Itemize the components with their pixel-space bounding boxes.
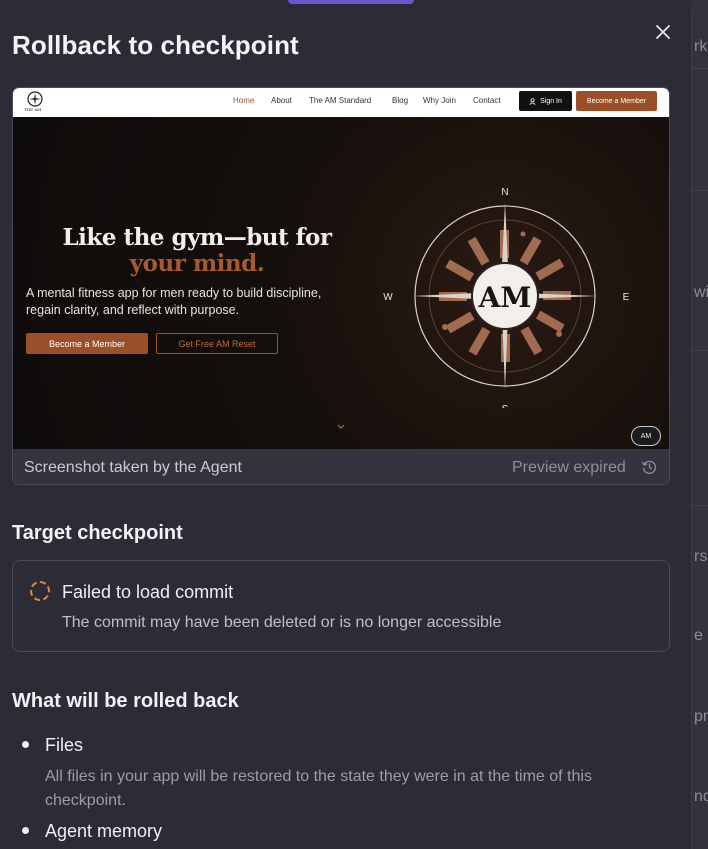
checkpoint-commit-card: Failed to load commit The commit may hav… xyxy=(12,560,670,652)
bullet-icon xyxy=(22,741,29,748)
divider xyxy=(692,350,708,351)
site-navbar: THE AM Home About The AM Standard Blog W… xyxy=(13,88,669,117)
nav-am-standard: The AM Standard xyxy=(309,96,372,105)
history-icon[interactable] xyxy=(641,459,657,475)
site-sign-in-button: Sign In xyxy=(519,91,572,111)
screenshot-footer: Screenshot taken by the Agent Preview ex… xyxy=(13,449,669,484)
compass-s: S xyxy=(502,404,509,408)
divider xyxy=(692,505,708,506)
close-icon xyxy=(656,25,670,39)
background-text: rs xyxy=(694,548,708,565)
modal-title: Rollback to checkpoint xyxy=(12,30,299,60)
nav-why-join: Why Join xyxy=(423,96,456,105)
compass-n: N xyxy=(501,187,508,198)
target-checkpoint-heading: Target checkpoint xyxy=(12,522,183,544)
close-button[interactable] xyxy=(651,20,675,44)
compass-center-label: AM xyxy=(478,281,532,314)
am-chat-badge: AM xyxy=(631,426,661,446)
rollback-item-files-desc: All files in your app will be restored t… xyxy=(45,768,592,809)
background-text: e la xyxy=(694,627,708,644)
rollback-scope-heading: What will be rolled back xyxy=(12,690,239,712)
hero-title-line1: Like the gym—but for xyxy=(62,224,332,251)
background-text: rk xyxy=(694,38,708,55)
rollback-item-files-title: Files xyxy=(45,735,84,755)
background-text: nd xyxy=(694,788,708,805)
nav-home: Home xyxy=(233,96,255,105)
background-text: pr xyxy=(694,708,708,725)
screenshot-caption: Screenshot taken by the Agent xyxy=(24,459,242,476)
commit-error-message: The commit may have been deleted or is n… xyxy=(62,614,502,631)
rollback-modal: Rollback to checkpoint THE AM Home About… xyxy=(0,4,692,849)
hero-become-member-button: Become a Member xyxy=(26,333,148,354)
divider xyxy=(692,190,708,191)
nav-blog: Blog xyxy=(392,96,409,105)
nav-contact: Contact xyxy=(473,96,501,105)
user-icon xyxy=(529,97,536,105)
hero-title-line2: your mind. xyxy=(129,250,265,277)
compass-illustration: AM N S E W xyxy=(383,187,630,408)
hero-description: A mental fitness app for men ready to bu… xyxy=(26,286,322,317)
compass-e: E xyxy=(623,292,630,303)
logo-text: THE AM xyxy=(24,107,42,112)
background-panel: rk wit rs e la pr nd xyxy=(692,0,708,849)
hero-free-reset-button: Get Free AM Reset xyxy=(156,333,278,354)
site-become-member-button: Become a Member xyxy=(576,91,657,111)
hero-title: Like the gym—but for your mind. xyxy=(57,225,337,277)
background-text: wit xyxy=(694,284,708,301)
commit-error-title: Failed to load commit xyxy=(62,582,234,602)
preview-status: Preview expired xyxy=(512,459,626,476)
sign-in-label: Sign In xyxy=(540,97,562,105)
rollback-item-memory-title: Agent memory xyxy=(45,821,163,841)
site-preview: THE AM Home About The AM Standard Blog W… xyxy=(13,88,669,449)
divider xyxy=(692,68,708,69)
compass-w: W xyxy=(383,292,393,303)
nav-about: About xyxy=(271,96,292,105)
scroll-down-chevron-icon xyxy=(337,424,345,429)
loading-spinner-icon xyxy=(30,581,50,601)
bullet-icon xyxy=(22,827,29,834)
agent-screenshot-card: THE AM Home About The AM Standard Blog W… xyxy=(12,87,670,485)
